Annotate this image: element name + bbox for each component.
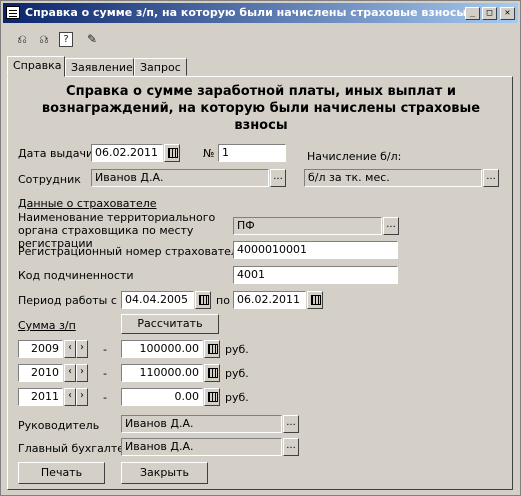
period-from-calendar-icon[interactable]: [195, 291, 211, 309]
head-field[interactable]: Иванов Д.А.: [121, 415, 282, 433]
head-label: Руководитель: [18, 419, 100, 432]
tab-zayavlenie[interactable]: Заявление: [65, 58, 134, 76]
year-prev-button[interactable]: ‹: [64, 388, 76, 406]
dialog-window: Справка о сумме з/п, на которую были нач…: [0, 0, 521, 496]
maximize-button[interactable]: □: [482, 7, 497, 20]
calculator-icon[interactable]: [204, 388, 220, 406]
year-next-button[interactable]: ›: [76, 364, 88, 382]
issue-date-calendar-icon[interactable]: [164, 144, 180, 162]
pin-icon[interactable]: ✎: [83, 30, 101, 48]
undo-icon[interactable]: ⎌: [13, 30, 31, 48]
calculate-button[interactable]: Рассчитать: [121, 314, 219, 334]
accrual-field[interactable]: б/л за тк. мес.: [304, 169, 482, 187]
salary-year-field[interactable]: 2011: [18, 388, 63, 406]
number-field[interactable]: 1: [218, 144, 286, 162]
window-title: Справка о сумме з/п, на которую были нач…: [25, 6, 467, 19]
close-window-button[interactable]: ✕: [500, 7, 515, 20]
period-to-field[interactable]: 06.02.2011: [233, 291, 306, 309]
year-next-button[interactable]: ›: [76, 340, 88, 358]
sub-code-field[interactable]: 4001: [233, 266, 398, 284]
dash: -: [103, 391, 107, 404]
salary-year-field[interactable]: 2010: [18, 364, 63, 382]
issue-date-field[interactable]: 06.02.2011: [91, 144, 163, 162]
help-icon[interactable]: ?: [59, 32, 73, 47]
salary-year-field[interactable]: 2009: [18, 340, 63, 358]
accountant-field[interactable]: Иванов Д.А.: [121, 438, 282, 456]
tab-spravka[interactable]: Справка: [7, 56, 65, 77]
year-prev-button[interactable]: ‹: [64, 340, 76, 358]
sub-code-label: Код подчиненности: [18, 269, 134, 282]
period-to-label: по: [216, 294, 230, 307]
currency-label: руб.: [225, 343, 249, 356]
print-button[interactable]: Печать: [18, 462, 105, 484]
close-button[interactable]: Закрыть: [121, 462, 208, 484]
year-prev-button[interactable]: ‹: [64, 364, 76, 382]
terr-org-select-button[interactable]: ...: [383, 217, 399, 235]
dash: -: [103, 343, 107, 356]
terr-org-field[interactable]: ПФ: [233, 217, 382, 235]
window-icon: [6, 6, 20, 19]
accountant-select-button[interactable]: ...: [283, 438, 299, 456]
number-label: №: [203, 147, 215, 160]
salary-amount-field[interactable]: 110000.00: [121, 364, 203, 382]
salary-amount-field[interactable]: 100000.00: [121, 340, 203, 358]
redo-icon[interactable]: ⎌: [35, 30, 53, 48]
accrual-label: Начисление б/л:: [307, 150, 402, 163]
currency-label: руб.: [225, 367, 249, 380]
period-from-field[interactable]: 04.04.2005: [121, 291, 194, 309]
currency-label: руб.: [225, 391, 249, 404]
calculator-icon[interactable]: [204, 340, 220, 358]
accountant-label: Главный бухгалтер: [18, 442, 131, 455]
toolbar: ⎌ ⎌ ? ✎: [3, 25, 518, 51]
salary-label: Сумма з/п: [18, 319, 76, 332]
employee-label: Сотрудник: [18, 173, 81, 186]
salary-amount-field[interactable]: 0.00: [121, 388, 203, 406]
insurer-section-title: Данные о страхователе: [18, 197, 157, 210]
title-bar: Справка о сумме з/п, на которую были нач…: [3, 3, 518, 23]
form-heading: Справка о сумме заработной платы, иных в…: [41, 84, 481, 133]
tab-zapros[interactable]: Запрос: [134, 58, 187, 76]
reg-number-field[interactable]: 4000010001: [233, 241, 398, 259]
minimize-button[interactable]: _: [465, 7, 480, 20]
employee-select-button[interactable]: ...: [270, 169, 286, 187]
period-label: Период работы с: [18, 294, 117, 307]
head-select-button[interactable]: ...: [283, 415, 299, 433]
reg-number-label: Регистрационный номер страхователя: [18, 245, 245, 258]
accrual-select-button[interactable]: ...: [483, 169, 499, 187]
issue-date-label: Дата выдачи: [18, 147, 94, 160]
employee-field[interactable]: Иванов Д.А.: [91, 169, 269, 187]
year-next-button[interactable]: ›: [76, 388, 88, 406]
period-to-calendar-icon[interactable]: [307, 291, 323, 309]
dash: -: [103, 367, 107, 380]
calculator-icon[interactable]: [204, 364, 220, 382]
